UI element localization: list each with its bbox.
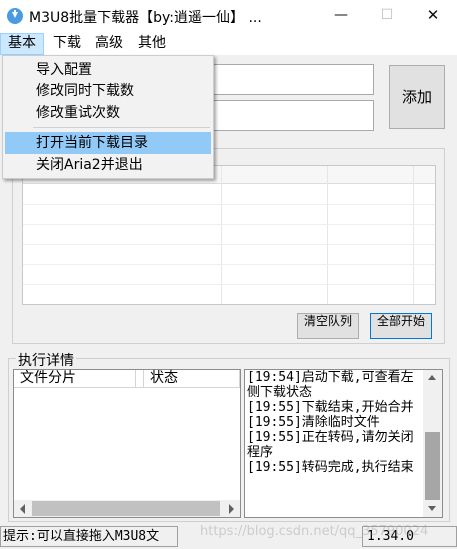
- minimize-button[interactable]: —: [318, 0, 364, 32]
- details-legend: 执行详情: [16, 350, 76, 370]
- download-icon: [7, 8, 23, 24]
- horizontal-scrollbar[interactable]: [14, 500, 240, 517]
- log-line: [19:55]正在转码,请勿关闭程序: [247, 430, 414, 460]
- scrollbar-thumb[interactable]: [425, 432, 440, 500]
- grid-divider: [23, 244, 435, 245]
- scroll-up-icon[interactable]: [428, 375, 436, 380]
- clear-queue-button[interactable]: 清空队列: [297, 313, 359, 339]
- menu-item-open-download-dir[interactable]: 打开当前下载目录: [5, 132, 211, 154]
- column-header-status[interactable]: 状态: [144, 370, 240, 388]
- menu-separator: [33, 127, 210, 128]
- log-line: [19:55]转码完成,执行结束: [247, 460, 414, 475]
- log-text: [19:54]启动下载,可查看左侧下载状态 [19:55]下载结束,开始合并 […: [247, 370, 422, 475]
- menu-item-import-config[interactable]: 导入配置: [5, 59, 211, 81]
- menu-item-retry-count[interactable]: 修改重试次数: [5, 102, 211, 124]
- column-header-segment[interactable]: 文件分片: [14, 370, 136, 388]
- basic-menu-dropdown: 导入配置 修改同时下载数 修改重试次数 打开当前下载目录 关闭Aria2并退出: [2, 55, 214, 179]
- log-line: [19:54]启动下载,可查看左侧下载状态: [247, 370, 414, 400]
- log-line: [19:55]清除临时文件: [247, 415, 380, 430]
- log-box[interactable]: [19:54]启动下载,可查看左侧下载状态 [19:55]下载结束,开始合并 […: [244, 369, 443, 518]
- grid-divider: [23, 264, 435, 265]
- start-all-button[interactable]: 全部开始: [370, 313, 432, 339]
- menu-advanced[interactable]: 高级: [88, 33, 130, 55]
- grid-divider: [23, 284, 435, 285]
- title-bar: M3U8批量下载器【by:逍遥一仙】 ... — ☐ ✕: [0, 0, 457, 33]
- window-title: M3U8批量下载器【by:逍遥一仙】 ...: [29, 10, 262, 26]
- grid-divider: [23, 204, 435, 205]
- menu-bar: 基本 下载 高级 其他: [0, 33, 457, 55]
- status-hint: 提示:可以直接拖入M3U8文: [0, 526, 178, 547]
- menu-download[interactable]: 下载: [46, 33, 88, 55]
- watermark: https://blog.csdn.net/qq_35790024: [200, 524, 429, 539]
- menu-other[interactable]: 其他: [131, 33, 173, 55]
- vertical-scrollbar[interactable]: [423, 370, 442, 517]
- task-grid[interactable]: [22, 165, 436, 305]
- menu-basic[interactable]: 基本: [0, 33, 44, 55]
- column-header-spacer: [136, 370, 144, 388]
- log-line: [19:55]下载结束,开始合并: [247, 400, 414, 415]
- scroll-left-icon[interactable]: [20, 504, 25, 514]
- scrollbar-thumb[interactable]: [32, 501, 220, 516]
- add-button[interactable]: 添加: [389, 65, 445, 129]
- segment-list[interactable]: 文件分片 状态: [13, 369, 241, 518]
- close-button[interactable]: ✕: [410, 0, 456, 32]
- grid-divider: [23, 224, 435, 225]
- scroll-right-icon[interactable]: [229, 504, 234, 514]
- scroll-down-icon[interactable]: [428, 506, 436, 511]
- menu-item-concurrent-downloads[interactable]: 修改同时下载数: [5, 80, 211, 102]
- maximize-button[interactable]: ☐: [364, 0, 410, 32]
- menu-item-close-aria2-exit[interactable]: 关闭Aria2并退出: [5, 154, 211, 176]
